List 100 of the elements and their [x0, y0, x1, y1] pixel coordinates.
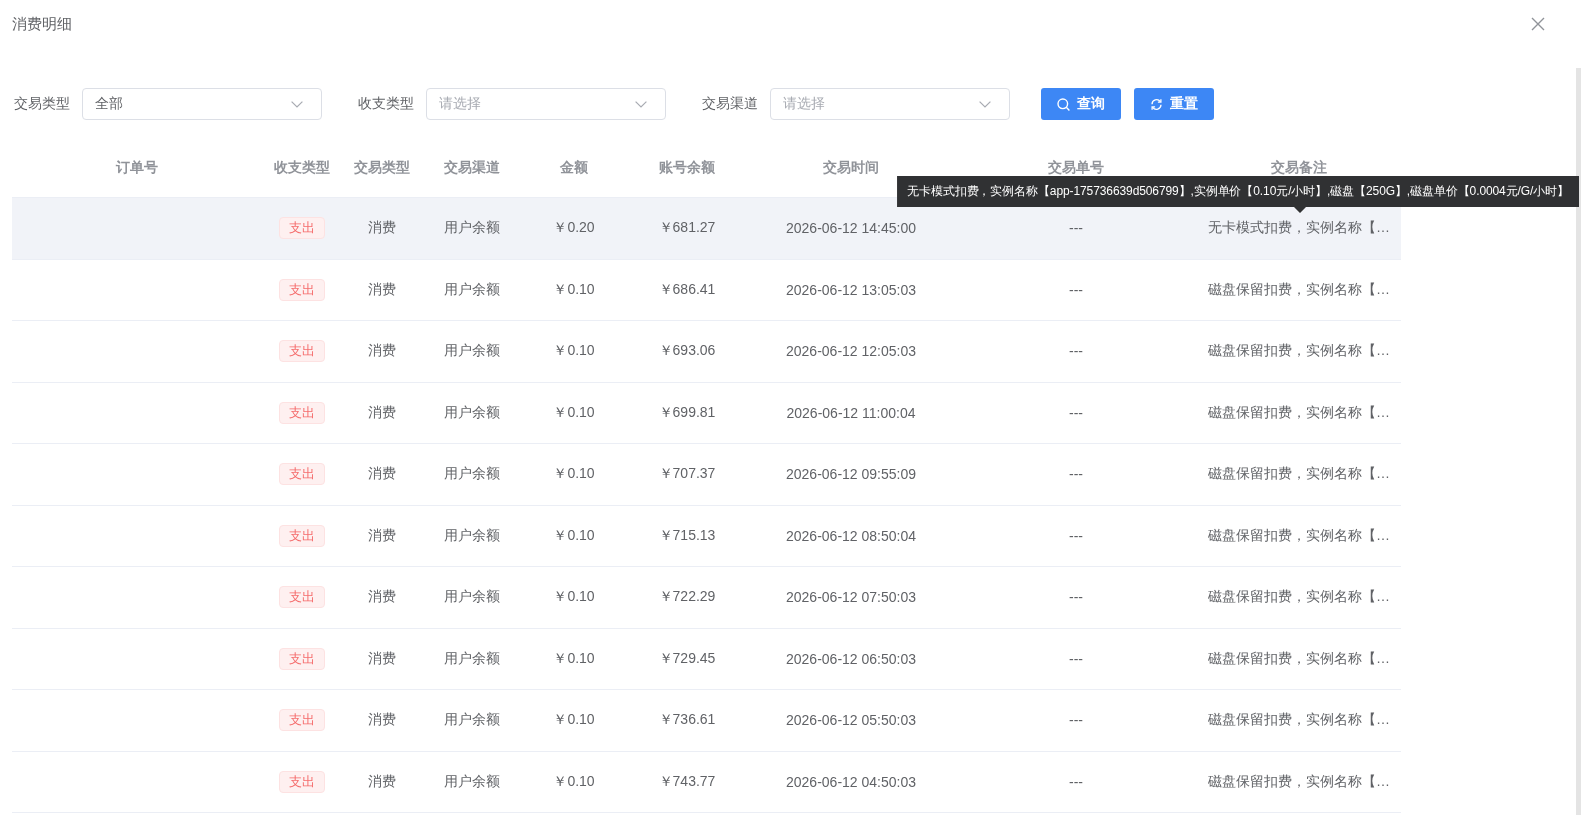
table-cell: 消费 — [341, 566, 423, 628]
table-cell: ￥729.45 — [627, 628, 747, 690]
table-cell: ￥0.10 — [521, 382, 627, 444]
table-cell: 消费 — [341, 259, 423, 321]
table-cell: --- — [955, 382, 1197, 444]
table-cell: ￥707.37 — [627, 443, 747, 505]
table-cell: 2026-06-12 13:05:03 — [747, 259, 955, 321]
table-cell: ￥0.20 — [521, 197, 627, 259]
select-field[interactable]: 全部 — [82, 88, 322, 120]
table-cell: 消费 — [341, 320, 423, 382]
table-cell: 用户余额 — [423, 505, 521, 567]
table-cell: ￥715.13 — [627, 505, 747, 567]
table-cell: 消费 — [341, 689, 423, 751]
column-header: 交易类型 — [354, 158, 410, 175]
table-cell: ￥693.06 — [627, 320, 747, 382]
table-cell: --- — [955, 628, 1197, 690]
table-cell: 消费 — [341, 628, 423, 690]
table-cell: 消费 — [341, 197, 423, 259]
table-cell: ￥699.81 — [627, 382, 747, 444]
table-cell: 2026-06-12 09:55:09 — [747, 443, 955, 505]
table-cell: ￥686.41 — [627, 259, 747, 321]
table-cell: 消费 — [341, 751, 423, 813]
column-header: 交易单号 — [1048, 158, 1104, 175]
table-cell: 磁盘保留扣费，实例名称【… — [1197, 689, 1401, 751]
expense-tag: 支出 — [278, 647, 325, 670]
reset-button[interactable]: 重置 — [1134, 88, 1214, 120]
table-cell: --- — [955, 566, 1197, 628]
select-field[interactable]: 请选择 — [426, 88, 666, 120]
table-cell: 用户余额 — [423, 259, 521, 321]
refresh-icon — [1150, 97, 1163, 111]
table-cell: 用户余额 — [423, 751, 521, 813]
table-cell: 2026-06-12 11:00:04 — [747, 382, 955, 444]
filter-label: 交易类型 — [14, 95, 70, 113]
table-cell: 2026-06-12 04:50:03 — [747, 751, 955, 813]
close-button[interactable] — [1531, 17, 1545, 31]
column-header: 订单号 — [116, 158, 158, 175]
table-cell: --- — [955, 259, 1197, 321]
table-cell: 消费 — [341, 443, 423, 505]
column-header: 账号余额 — [659, 158, 715, 175]
table-cell: 磁盘保留扣费，实例名称【… — [1197, 751, 1401, 813]
expense-tag: 支出 — [278, 401, 325, 424]
column-header: 金额 — [560, 158, 588, 175]
expense-tag: 支出 — [278, 770, 325, 793]
column-header: 交易时间 — [823, 158, 879, 175]
table-cell: ￥0.10 — [521, 689, 627, 751]
scrollbar[interactable] — [1576, 68, 1581, 815]
filter-label: 交易渠道 — [702, 95, 758, 113]
table-cell: 2026-06-12 06:50:03 — [747, 628, 955, 690]
table-cell: ￥0.10 — [521, 443, 627, 505]
expense-tag: 支出 — [278, 278, 325, 301]
table-cell: 用户余额 — [423, 689, 521, 751]
dialog-title: 消费明细 — [12, 14, 72, 34]
search-icon — [1057, 97, 1070, 111]
chevron-down-icon — [291, 100, 303, 108]
table-cell: --- — [955, 689, 1197, 751]
column-header: 收支类型 — [273, 158, 330, 175]
table-cell: --- — [955, 320, 1197, 382]
table-cell: 磁盘保留扣费，实例名称【… — [1197, 259, 1401, 321]
table-cell: 用户余额 — [423, 197, 521, 259]
table-cell: 消费 — [341, 505, 423, 567]
select-field[interactable]: 请选择 — [770, 88, 1010, 120]
column-header: 交易渠道 — [444, 158, 500, 175]
filter-label: 收支类型 — [358, 95, 414, 113]
table-cell: ￥0.10 — [521, 566, 627, 628]
column-header: 交易备注 — [1271, 158, 1327, 175]
table-cell: 磁盘保留扣费，实例名称【… — [1197, 382, 1401, 444]
chevron-down-icon — [635, 100, 647, 108]
table-cell: 2026-06-12 12:05:03 — [747, 320, 955, 382]
expense-tag: 支出 — [278, 340, 325, 363]
table-cell: --- — [955, 751, 1197, 813]
table-cell: 磁盘保留扣费，实例名称【… — [1197, 320, 1401, 382]
expense-tag: 支出 — [278, 586, 325, 609]
expense-tag: 支出 — [278, 463, 325, 486]
table-cell: 磁盘保留扣费，实例名称【… — [1197, 628, 1401, 690]
table-cell: 磁盘保留扣费，实例名称【… — [1197, 566, 1401, 628]
table-cell: ￥722.29 — [627, 566, 747, 628]
table-cell: 磁盘保留扣费，实例名称【… — [1197, 443, 1401, 505]
search-button[interactable]: 查询 — [1041, 88, 1121, 120]
table-cell: ￥736.61 — [627, 689, 747, 751]
table-cell: 用户余额 — [423, 628, 521, 690]
table-cell: ￥0.10 — [521, 320, 627, 382]
table-cell: ￥0.10 — [521, 505, 627, 567]
table-cell: 用户余额 — [423, 320, 521, 382]
table-cell: 用户余额 — [423, 566, 521, 628]
table-cell: ￥0.10 — [521, 751, 627, 813]
table-cell: ￥743.77 — [627, 751, 747, 813]
close-icon — [1531, 17, 1545, 31]
table-cell: 2026-06-12 07:50:03 — [747, 566, 955, 628]
table-cell: --- — [955, 505, 1197, 567]
table-cell: 用户余额 — [423, 443, 521, 505]
table-cell: --- — [955, 443, 1197, 505]
table-cell: 2026-06-12 08:50:04 — [747, 505, 955, 567]
expense-tag: 支出 — [278, 217, 325, 240]
table-cell: ￥681.27 — [627, 197, 747, 259]
expense-tag: 支出 — [278, 524, 325, 547]
table-cell: ￥0.10 — [521, 628, 627, 690]
table-cell: 用户余额 — [423, 382, 521, 444]
table-cell: 2026-06-12 05:50:03 — [747, 689, 955, 751]
table-cell: 消费 — [341, 382, 423, 444]
table-cell: ￥0.10 — [521, 259, 627, 321]
